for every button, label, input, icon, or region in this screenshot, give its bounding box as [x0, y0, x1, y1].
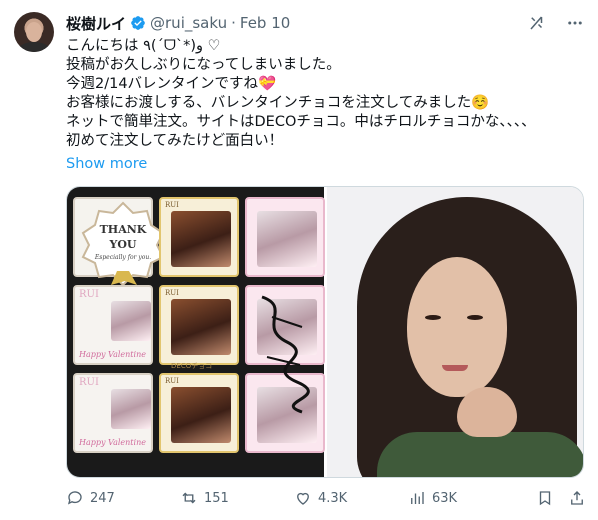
verified-badge-icon: [131, 16, 145, 30]
tweet-actions: 247 151 4.3K 63K: [66, 486, 586, 510]
grok-icon[interactable]: [528, 14, 546, 32]
avatar[interactable]: [14, 12, 54, 52]
views-count: 63K: [432, 490, 458, 506]
chocolate-box-thankyou: [245, 197, 325, 277]
box-portrait-3: [171, 387, 231, 443]
autograph-signature: [261, 295, 310, 414]
avatar-shirt: [18, 42, 50, 52]
box-portrait-small-2: [111, 389, 151, 429]
box-name-tag: RUI: [165, 201, 179, 209]
thank-you-line2: YOU: [109, 238, 137, 251]
reply-count: 247: [90, 490, 115, 506]
like-button[interactable]: 4.3K: [294, 489, 347, 507]
share-button[interactable]: [568, 489, 586, 507]
chocolate-box-valentine-2: RUI Happy Valentine: [73, 373, 153, 453]
photo-eye-right: [467, 315, 483, 320]
author-name[interactable]: 桜樹ルイ: [66, 13, 126, 34]
avatar-face: [26, 22, 42, 42]
bookmark-button[interactable]: [536, 489, 554, 507]
photo-face: [407, 257, 507, 397]
share-icon: [571, 491, 583, 505]
thank-you-sub: Especially for you.: [94, 254, 152, 261]
show-more-link[interactable]: Show more: [66, 156, 147, 172]
tweet-date[interactable]: Feb 10: [240, 14, 290, 32]
views-button[interactable]: 63K: [408, 489, 457, 507]
bookmark-icon: [539, 491, 551, 506]
author-handle[interactable]: @rui_saku: [150, 14, 227, 32]
chocolate-box-valentine-1: RUI Happy Valentine: [73, 285, 153, 365]
box-valentine-text-1: Happy Valentine: [79, 350, 146, 359]
thank-you-line1: THANK: [99, 223, 147, 236]
views-icon: [411, 492, 424, 504]
box-rui-label-2: RUI: [79, 377, 99, 388]
box-valentine-text-2: Happy Valentine: [79, 438, 146, 447]
retweet-button[interactable]: 151: [180, 489, 229, 507]
like-count: 4.3K: [318, 490, 348, 506]
photo-mouth: [442, 365, 468, 371]
reply-icon: [67, 491, 82, 505]
separator-dot: ·: [231, 14, 236, 32]
tweet-media[interactable]: THANK YOU Especially for you. RUI RUI Ha…: [66, 186, 584, 478]
chocolate-box-portrait-2: RUI: [159, 285, 239, 365]
chocolate-box-photo[interactable]: THANK YOU Especially for you. RUI RUI Ha…: [67, 187, 325, 477]
deco-label: DECOチョコ: [171, 362, 213, 370]
selfie-photo[interactable]: [327, 187, 583, 477]
box-portrait: [171, 211, 231, 267]
more-icon[interactable]: [566, 14, 584, 32]
box-name-tag-2: RUI: [165, 289, 179, 297]
tweet-header: 桜樹ルイ @rui_saku · Feb 10: [66, 12, 584, 34]
box-name-tag-3: RUI: [165, 377, 179, 385]
box-portrait-small-1: [111, 301, 151, 341]
reply-button[interactable]: 247: [66, 489, 115, 507]
tweet-text: こんにちは ٩(ˊᗜˋ*)و ♡ 投稿がお久しぶりになってしまいました。 今週2…: [66, 38, 536, 149]
box-portrait-2: [171, 299, 231, 355]
box-portrait-light: [257, 211, 317, 267]
retweet-icon: [182, 492, 196, 504]
photo-eye-left: [425, 315, 441, 320]
heart-icon: [297, 492, 309, 505]
chocolate-box-portrait-3: RUI: [159, 373, 239, 453]
photo-dress: [377, 432, 583, 477]
box-rui-label-1: RUI: [79, 289, 99, 300]
chocolate-box-portrait: RUI: [159, 197, 239, 277]
retweet-count: 151: [204, 490, 229, 506]
